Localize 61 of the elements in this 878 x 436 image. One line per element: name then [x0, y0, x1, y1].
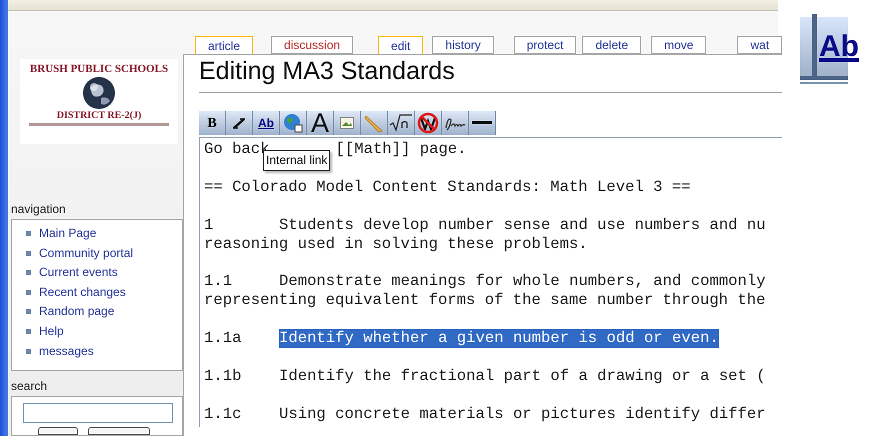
nav-link[interactable]: Recent changes: [39, 284, 126, 301]
editor-line: Students develop number sense and use numbers and nu: [279, 216, 766, 234]
line-number: 1: [204, 216, 214, 234]
nav-link[interactable]: Current events: [39, 264, 118, 282]
bullet-icon: [26, 231, 31, 236]
editor-line: representing equivalent forms of the same number through the: [204, 291, 766, 310]
tab[interactable]: discussion: [271, 36, 354, 54]
bullet-icon: [26, 270, 31, 276]
toolbar-button[interactable]: [469, 111, 496, 135]
toolbar-button[interactable]: [415, 111, 442, 135]
page-title: Editing MA3 Standards: [199, 55, 782, 93]
square-root-icon: [389, 113, 413, 133]
editor-line: [[Math]] page.: [336, 140, 467, 159]
prohibited-icon: [417, 112, 439, 134]
editor-line: == Colorado Model Content Standards: Math Level 3 ==: [204, 178, 691, 197]
toolbar-button[interactable]: [442, 111, 469, 135]
school-logo[interactable]: BRUSH PUBLIC SCHOOLS DISTRICT RE-2(J): [20, 59, 178, 144]
toolbar-button[interactable]: B: [199, 111, 226, 135]
tab[interactable]: wat: [737, 36, 782, 54]
bullet-icon: [26, 348, 31, 354]
nav-link[interactable]: Main Page: [39, 225, 96, 242]
preview-label: Ab: [819, 30, 859, 64]
toolbar-button[interactable]: Ab: [253, 111, 280, 135]
toolbar-button[interactable]: [388, 111, 415, 135]
nav-link[interactable]: messages: [39, 342, 94, 360]
line-number: 1.1b: [204, 366, 242, 385]
bullet-icon: [26, 328, 31, 334]
bullet-icon: [26, 290, 31, 295]
nav-link[interactable]: Random page: [39, 303, 114, 320]
section-heading: navigation: [11, 202, 67, 217]
tab[interactable]: edit: [378, 36, 424, 55]
nav-link[interactable]: Help: [39, 322, 64, 340]
globe-icon: [283, 113, 303, 133]
search-field[interactable]: [23, 403, 173, 423]
tab[interactable]: article: [195, 36, 254, 55]
bullet-icon: [26, 250, 31, 256]
italic-icon: [231, 115, 247, 131]
horizontal-line-icon: [472, 121, 492, 125]
editor-line: Using concrete materials or pictures identify differ: [279, 404, 766, 424]
toolbar-button[interactable]: A: [307, 111, 334, 135]
line-number: 1.1: [204, 272, 232, 290]
section-heading: search: [11, 379, 48, 394]
tab[interactable]: history: [432, 36, 494, 54]
pen-icon: [364, 113, 384, 133]
form-button[interactable]: [88, 427, 150, 435]
editor-line: reasoning used in solving these problems.: [204, 234, 588, 254]
line-number: 1.1c: [204, 404, 242, 423]
editor-line: Identify the fractional part of a drawing or a set (: [279, 366, 766, 386]
tab[interactable]: delete: [582, 36, 642, 54]
form-button[interactable]: [38, 427, 78, 435]
editor-line: Demonstrate meanings for whole numbers, and commonly: [279, 272, 766, 292]
line-number: 1.1a: [204, 329, 242, 347]
text-editor[interactable]: [199, 137, 782, 427]
image-icon: [340, 117, 354, 129]
tab[interactable]: protect: [514, 36, 576, 54]
tab[interactable]: move: [651, 36, 706, 54]
nav-link[interactable]: Community portal: [39, 244, 134, 262]
toolbar-button[interactable]: [226, 111, 253, 135]
tooltip: Internal link: [263, 150, 330, 171]
bullet-icon: [26, 309, 31, 314]
toolbar-button[interactable]: [280, 111, 307, 135]
